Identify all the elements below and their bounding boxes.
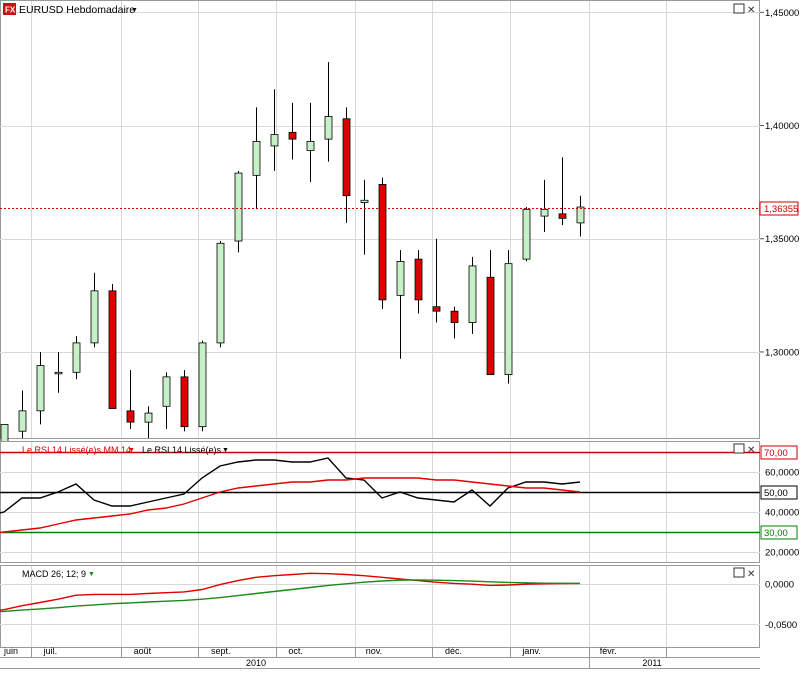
year-label: 2011 [642, 658, 661, 668]
candle-body [126, 410, 135, 423]
candle-body [180, 376, 189, 428]
candle-body [576, 206, 585, 224]
candle-body [72, 342, 81, 373]
candle [234, 170, 243, 253]
x-tick-label: oct. [288, 646, 303, 656]
y-tick-label: 1,45000 [765, 8, 799, 19]
candle-body [144, 412, 153, 423]
restore-window-icon[interactable] [733, 443, 745, 454]
candle-body [396, 260, 405, 296]
x-tick-label: sept. [211, 646, 231, 656]
candle-body [360, 199, 369, 203]
y-tick-label: 1,40000 [765, 121, 799, 132]
candle [468, 256, 477, 334]
year-label: 2010 [246, 658, 266, 668]
candle-body [540, 208, 549, 217]
x-tick-label: janv. [521, 646, 540, 656]
rsi-level-label: 30,00 [764, 528, 788, 539]
chevron-down-icon[interactable]: ▼ [222, 447, 229, 454]
candle-body [216, 242, 225, 344]
price-panel: 1,450001,400001,350001,30000 1,36355 FX … [0, 0, 799, 448]
close-icon[interactable]: ✕ [747, 5, 755, 16]
x-tick-label: févr. [600, 646, 617, 656]
current-price-label: 1,36355 [764, 204, 798, 215]
candle-body [504, 263, 513, 376]
candle-body [90, 290, 99, 344]
candle-body [378, 184, 387, 301]
x-tick-label: déc. [445, 646, 462, 656]
candle-body [558, 213, 567, 219]
candle [108, 284, 117, 409]
candle-body [252, 140, 261, 176]
candle-body [270, 134, 279, 147]
chart-canvas: 1,450001,400001,350001,30000 1,36355 FX … [0, 0, 800, 669]
candle-body [324, 116, 333, 140]
restore-window-icon[interactable] [733, 567, 745, 578]
y-tick-label: -0,0500 [765, 620, 797, 631]
candle-body [306, 140, 315, 151]
candle-body [198, 342, 207, 428]
candle-body [414, 258, 423, 301]
x-tick-label: août [134, 646, 152, 656]
macd-legend: MACD 26; 12; 9 [22, 569, 86, 579]
candle-body [468, 265, 477, 323]
candle [198, 340, 207, 432]
candle-body [432, 306, 441, 312]
candle [378, 177, 387, 309]
macd-panel: 0,0000 -0,0500 MACD 26; 12; 9 ▼ ✕ [0, 565, 797, 648]
fx-badge-text: FX [5, 6, 16, 15]
candle-body [18, 410, 27, 432]
close-icon[interactable]: ✕ [747, 445, 755, 456]
candle-body [36, 365, 45, 412]
y-tick-label: 60,0000 [765, 468, 799, 479]
candle-body [234, 172, 243, 242]
y-tick-label: 1,30000 [765, 347, 799, 358]
chevron-down-icon[interactable]: ▼ [128, 447, 135, 454]
candle-body [522, 208, 531, 260]
candle-body [486, 276, 495, 376]
rsi-ma-legend: Le RSI 14 Lissé(e)s MM 14 [22, 445, 131, 455]
close-icon[interactable]: ✕ [747, 569, 755, 580]
chevron-down-icon[interactable]: ▼ [88, 571, 95, 578]
y-tick-label: 1,35000 [765, 234, 799, 245]
candle-body [162, 376, 171, 407]
rsi-legend: Le RSI 14 Lissé(e)s [142, 445, 222, 455]
chevron-down-icon[interactable]: ▼ [131, 7, 138, 14]
y-tick-label: 20,0000 [765, 548, 799, 559]
candle-body [342, 118, 351, 197]
candle-body [288, 131, 297, 140]
rsi-level-label: 50,00 [764, 488, 788, 499]
candle-body [450, 310, 459, 323]
candle [522, 207, 531, 262]
rsi-level-label: 70,00 [764, 448, 788, 459]
x-tick-label: nov. [366, 646, 382, 656]
chart-title: EURUSD Hebdomadaire [19, 4, 135, 16]
current-price-marker: 1,36355 [759, 201, 799, 216]
candle-body [0, 424, 9, 443]
chart-window: 1,45000 1,40000 1,35000 1,30000 1,36355 FX … [0, 0, 800, 669]
restore-window-icon[interactable] [733, 3, 745, 14]
rsi-panel: 70,00 50,00 30,00 60,0000 40,0000 20,0000 Le… [0, 441, 799, 563]
candle [216, 241, 225, 348]
y-tick-label: 0,0000 [765, 579, 794, 590]
candle-body [108, 290, 117, 409]
y-tick-label: 40,0000 [765, 508, 799, 519]
candle-body [54, 371, 63, 375]
candle [180, 370, 189, 432]
candle [504, 250, 513, 384]
x-tick-label: juin [3, 646, 18, 656]
candle [72, 336, 81, 380]
x-tick-label: juil. [43, 646, 58, 656]
